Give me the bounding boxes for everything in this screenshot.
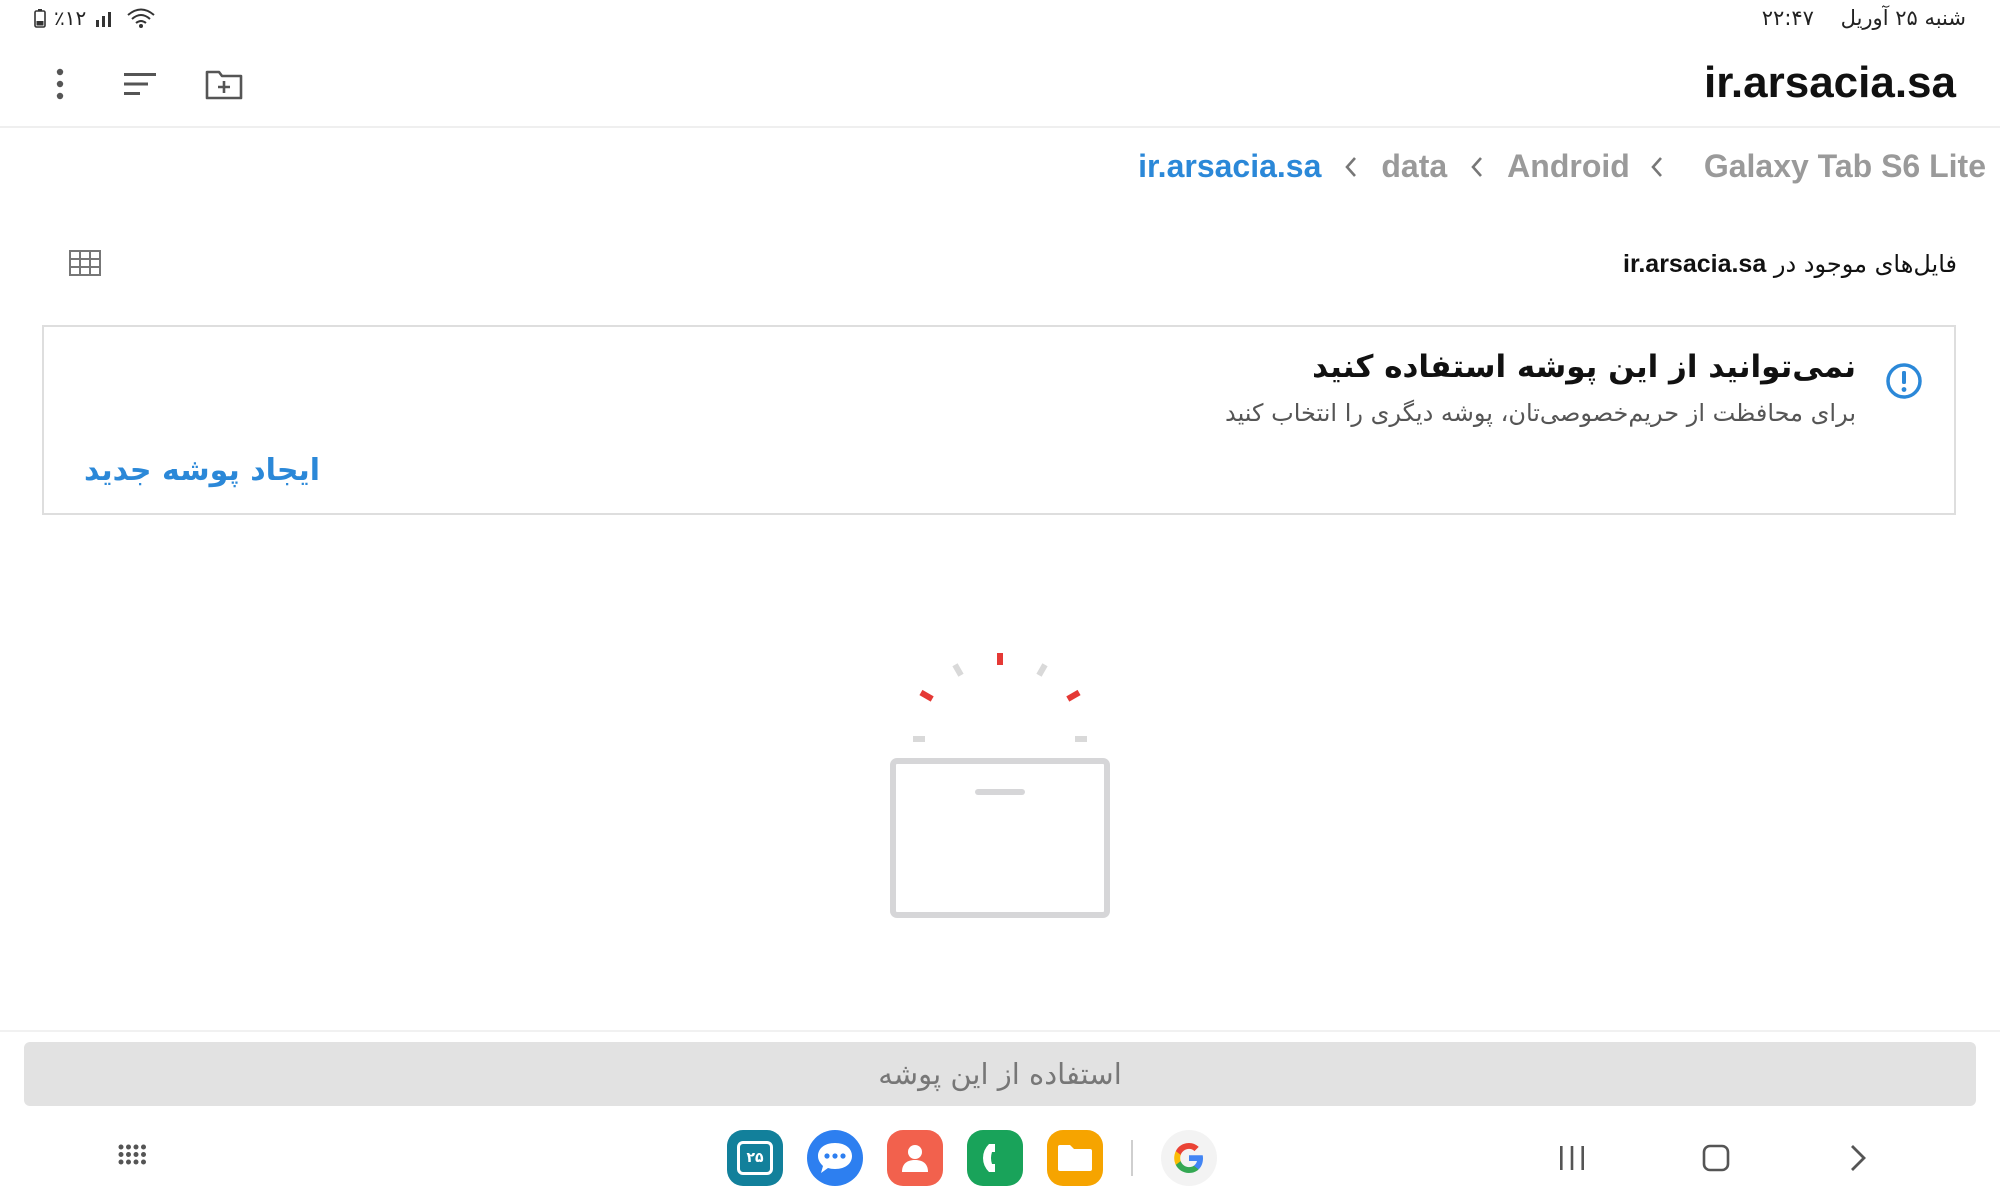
battery-icon: [34, 9, 46, 28]
status-bar-right: شنبه ۲۵ آوریل ۲۲:۴۷: [1762, 6, 1966, 30]
files-in-prefix: فایل‌های موجود در: [1773, 250, 1957, 278]
breadcrumb-item-android[interactable]: Android: [1507, 148, 1630, 185]
create-new-folder-link[interactable]: ایجاد پوشه جدید: [84, 453, 320, 488]
chevron-left-icon: [1447, 156, 1507, 178]
back-button[interactable]: [1828, 1128, 1888, 1188]
breadcrumb-item-data[interactable]: data: [1381, 148, 1447, 185]
use-this-folder-button[interactable]: استفاده از این پوشه: [24, 1042, 1976, 1106]
new-folder-icon: [205, 70, 243, 100]
contacts-app-icon[interactable]: [887, 1130, 943, 1186]
status-time: ۲۲:۴۷: [1761, 6, 1814, 30]
status-date: شنبه ۲۵ آوریل: [1840, 6, 1966, 30]
more-vert-icon: [56, 68, 64, 100]
files-in-label: فایل‌های موجود در ir.arsacia.sa: [1623, 250, 1957, 279]
calendar-day: ۲۵: [737, 1141, 773, 1175]
empty-folder-illustration: [890, 653, 1110, 918]
warning-title: نمی‌توانید از این پوشه استفاده کنید: [1312, 349, 1856, 385]
breadcrumb-item-galaxy-tab[interactable]: Galaxy Tab S6 Lite: [1704, 148, 1986, 185]
info-icon: [1886, 363, 1922, 399]
bottom-divider: [0, 1030, 2000, 1032]
app-title: ir.arsacia.sa: [1703, 58, 1956, 107]
chevron-left-icon: [1630, 156, 1704, 178]
recents-icon: [1560, 1146, 1584, 1170]
taskbar-separator: [1131, 1140, 1133, 1176]
home-button[interactable]: [1686, 1128, 1746, 1188]
breadcrumb: ir.arsacia.sa data Android Galaxy Tab S6…: [1138, 148, 1986, 185]
new-folder-button[interactable]: [196, 56, 252, 112]
grid-view-button[interactable]: [68, 248, 102, 278]
breadcrumb-item-ir-arsacia-sa[interactable]: ir.arsacia.sa: [1138, 148, 1321, 185]
warning-subtitle: برای محافظت از حریم‌خصوصی‌تان، پوشه دیگر…: [1224, 399, 1856, 427]
files-in-folder: ir.arsacia.sa: [1623, 250, 1767, 278]
chevron-left-icon: [1321, 156, 1381, 178]
warning-card: نمی‌توانید از این پوشه استفاده کنید برای…: [42, 325, 1956, 515]
messages-app-icon[interactable]: [807, 1130, 863, 1186]
top-divider: [0, 126, 2000, 128]
home-icon: [1702, 1144, 1730, 1172]
apps-button[interactable]: [102, 1128, 162, 1188]
status-bar-left: ٪۱۲: [34, 6, 156, 30]
more-options-button[interactable]: [32, 56, 88, 112]
calendar-app-icon[interactable]: ۲۵: [727, 1130, 783, 1186]
google-app-icon[interactable]: [1161, 1130, 1217, 1186]
chevron-right-icon: [1851, 1145, 1866, 1171]
wifi-icon: [127, 8, 155, 28]
recent-apps-button[interactable]: [1542, 1128, 1602, 1188]
apps-grid-icon: [118, 1144, 146, 1165]
battery-percent: ٪۱۲: [54, 6, 87, 30]
taskbar-apps: ۲۵: [727, 1130, 1217, 1186]
sort-button[interactable]: [112, 56, 168, 112]
phone-app-icon[interactable]: [967, 1130, 1023, 1186]
grid-view-icon: [69, 250, 101, 276]
sort-icon: [124, 73, 156, 95]
my-files-app-icon[interactable]: [1047, 1130, 1103, 1186]
signal-icon: [96, 12, 112, 27]
